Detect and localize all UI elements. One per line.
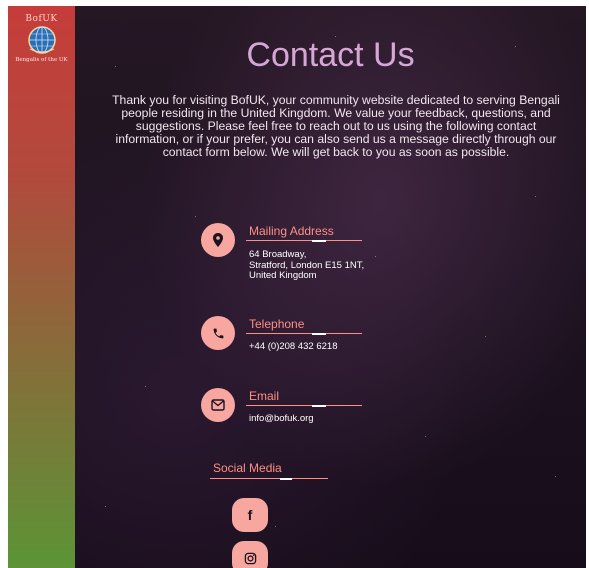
facebook-icon: f xyxy=(247,507,253,523)
social-media-title: Social Media xyxy=(213,461,282,475)
page-frame: BofUK Bengalis of the UK Contact Us Than… xyxy=(8,6,586,568)
mailing-address-line3: United Kingdom xyxy=(249,270,317,281)
telephone-underline xyxy=(246,333,362,335)
logo-subtitle: Bengalis of the UK xyxy=(15,57,68,63)
location-pin-icon xyxy=(201,223,235,257)
mailing-address-underline xyxy=(246,240,362,242)
telephone-item: Telephone +44 (0)208 432 6218 xyxy=(201,316,401,386)
mailing-address-title: Mailing Address xyxy=(249,224,334,238)
telephone-value[interactable]: +44 (0)208 432 6218 xyxy=(249,341,337,353)
facebook-button[interactable]: f xyxy=(232,498,268,532)
globe-icon xyxy=(27,26,56,54)
social-media-underline xyxy=(210,478,328,480)
logo-title: BofUK xyxy=(25,14,58,24)
sidebar: BofUK Bengalis of the UK xyxy=(8,6,75,568)
email-value[interactable]: info@bofuk.org xyxy=(249,413,314,425)
intro-text: Thank you for visiting BofUK, your commu… xyxy=(112,93,560,159)
email-item: Email info@bofuk.org xyxy=(201,388,401,458)
email-title: Email xyxy=(249,389,280,403)
main-content: Contact Us Thank you for visiting BofUK,… xyxy=(75,6,586,568)
telephone-title: Telephone xyxy=(249,317,305,331)
email-underline xyxy=(246,405,362,407)
mailing-address-line1: 64 Broadway, xyxy=(249,249,307,260)
instagram-icon xyxy=(244,552,256,564)
mailing-address-item: Mailing Address 64 Broadway, Stratford, … xyxy=(201,223,401,293)
page-title: Contact Us xyxy=(246,36,415,74)
phone-icon xyxy=(201,316,235,350)
envelope-icon xyxy=(201,388,235,422)
site-logo[interactable]: BofUK Bengalis of the UK xyxy=(8,14,75,63)
instagram-button[interactable] xyxy=(232,541,268,568)
